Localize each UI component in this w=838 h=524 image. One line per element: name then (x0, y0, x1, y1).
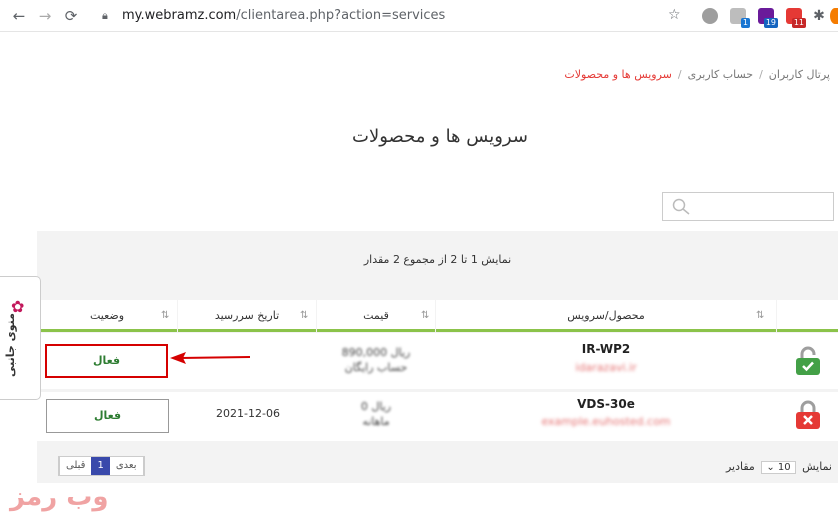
profile-avatar[interactable] (830, 8, 838, 24)
page-title: سرویس ها و محصولات (352, 126, 528, 147)
header-price[interactable]: قیمت ⇅ (317, 300, 435, 332)
side-menu-label: منوی جانبی (4, 313, 17, 377)
sort-icon: ⇅ (756, 310, 765, 321)
bookmark-star-icon[interactable]: ☆ (668, 7, 681, 23)
header-status[interactable]: وضعیت ⇅ (37, 300, 177, 332)
product-domain[interactable]: example.euhosted.com (436, 415, 776, 428)
extension-badge: 1 (740, 18, 750, 28)
due-date: 2021-12-06 (216, 407, 280, 420)
extension-circle-icon[interactable] (702, 8, 718, 24)
browser-toolbar: ← → ⟳ 🔒︎ my.webramz.com/clientarea.php?a… (0, 0, 838, 32)
pagination: بعدی 1 قبلی (58, 456, 145, 476)
header-product[interactable]: محصول/سرویس ⇅ (436, 300, 776, 332)
search-icon (672, 198, 690, 215)
watermark-logo: وب رمز (10, 482, 110, 512)
sort-icon: ⇅ (421, 310, 430, 321)
header-icon-col (777, 300, 838, 332)
product-price: 890,000 ریال (341, 346, 411, 359)
per-page-value: 10 (777, 462, 791, 473)
next-page-button[interactable]: بعدی (110, 457, 144, 475)
page-number-current[interactable]: 1 (91, 457, 110, 475)
address-bar[interactable]: 🔒︎ my.webramz.com/clientarea.php?action=… (96, 4, 692, 28)
search-input[interactable] (662, 192, 834, 221)
per-page-items-label: مقادیر (725, 460, 755, 473)
locked-icon (794, 400, 822, 430)
extension-mail-icon[interactable]: 11 (786, 8, 806, 28)
chevron-down-icon: ⌄ (766, 462, 775, 473)
header-due-date-label: تاریخ سررسید (214, 309, 280, 322)
breadcrumb-account[interactable]: حساب کاربری (688, 68, 753, 81)
header-price-label: قیمت (363, 309, 389, 322)
header-status-label: وضعیت (89, 309, 125, 322)
product-domain[interactable]: idarazavi.ir (436, 361, 776, 374)
header-due-date[interactable]: تاریخ سررسید ⇅ (178, 300, 316, 332)
breadcrumb-current: سرویس ها و محصولات (564, 68, 672, 81)
status-button[interactable]: فعال (45, 344, 168, 378)
sort-icon: ⇅ (300, 310, 309, 321)
per-page-control: نمایش 10 ⌄ مقادیر (726, 460, 832, 474)
per-page-show-label: نمایش (802, 460, 832, 473)
pointer-arrow-icon (170, 352, 251, 364)
url-path: /clientarea.php?action=services (236, 8, 446, 23)
back-arrow-icon[interactable]: ← (10, 7, 28, 25)
product-name[interactable]: VDS-30e (436, 397, 776, 411)
url-host: my.webramz.com (122, 8, 237, 23)
extension-s-icon[interactable]: 1 (730, 8, 750, 28)
lock-icon: 🔒︎ (102, 9, 108, 22)
breadcrumb-home[interactable]: پرتال کاربران (769, 68, 830, 81)
prev-page-button[interactable]: قبلی (59, 457, 91, 475)
sort-icon: ⇅ (161, 310, 170, 321)
extension-badge: 19 (763, 18, 778, 28)
breadcrumb: پرتال کاربران/حساب کاربری/سرویس ها و محص… (564, 68, 830, 81)
extensions-puzzle-icon[interactable]: ✱ (810, 7, 828, 25)
product-name[interactable]: IR-WP2 (436, 342, 776, 356)
table-info: نمایش 1 تا 2 از مجموع 2 مقدار (363, 253, 512, 266)
unlocked-icon (794, 346, 822, 376)
extension-home-icon[interactable]: 19 (758, 8, 778, 28)
product-price: 0 ریال (360, 400, 392, 413)
forward-arrow-icon[interactable]: → (36, 7, 54, 25)
per-page-select[interactable]: 10 ⌄ (761, 461, 796, 474)
billing-cycle: حساب رایگان (344, 361, 408, 374)
side-menu-tab[interactable]: ✿ منوی جانبی (0, 276, 41, 400)
header-product-label: محصول/سرویس (567, 309, 645, 322)
status-button[interactable]: فعال (46, 399, 169, 433)
billing-cycle: ماهانه (362, 415, 390, 428)
extension-badge: 11 (791, 18, 806, 28)
reload-icon[interactable]: ⟳ (62, 7, 80, 25)
